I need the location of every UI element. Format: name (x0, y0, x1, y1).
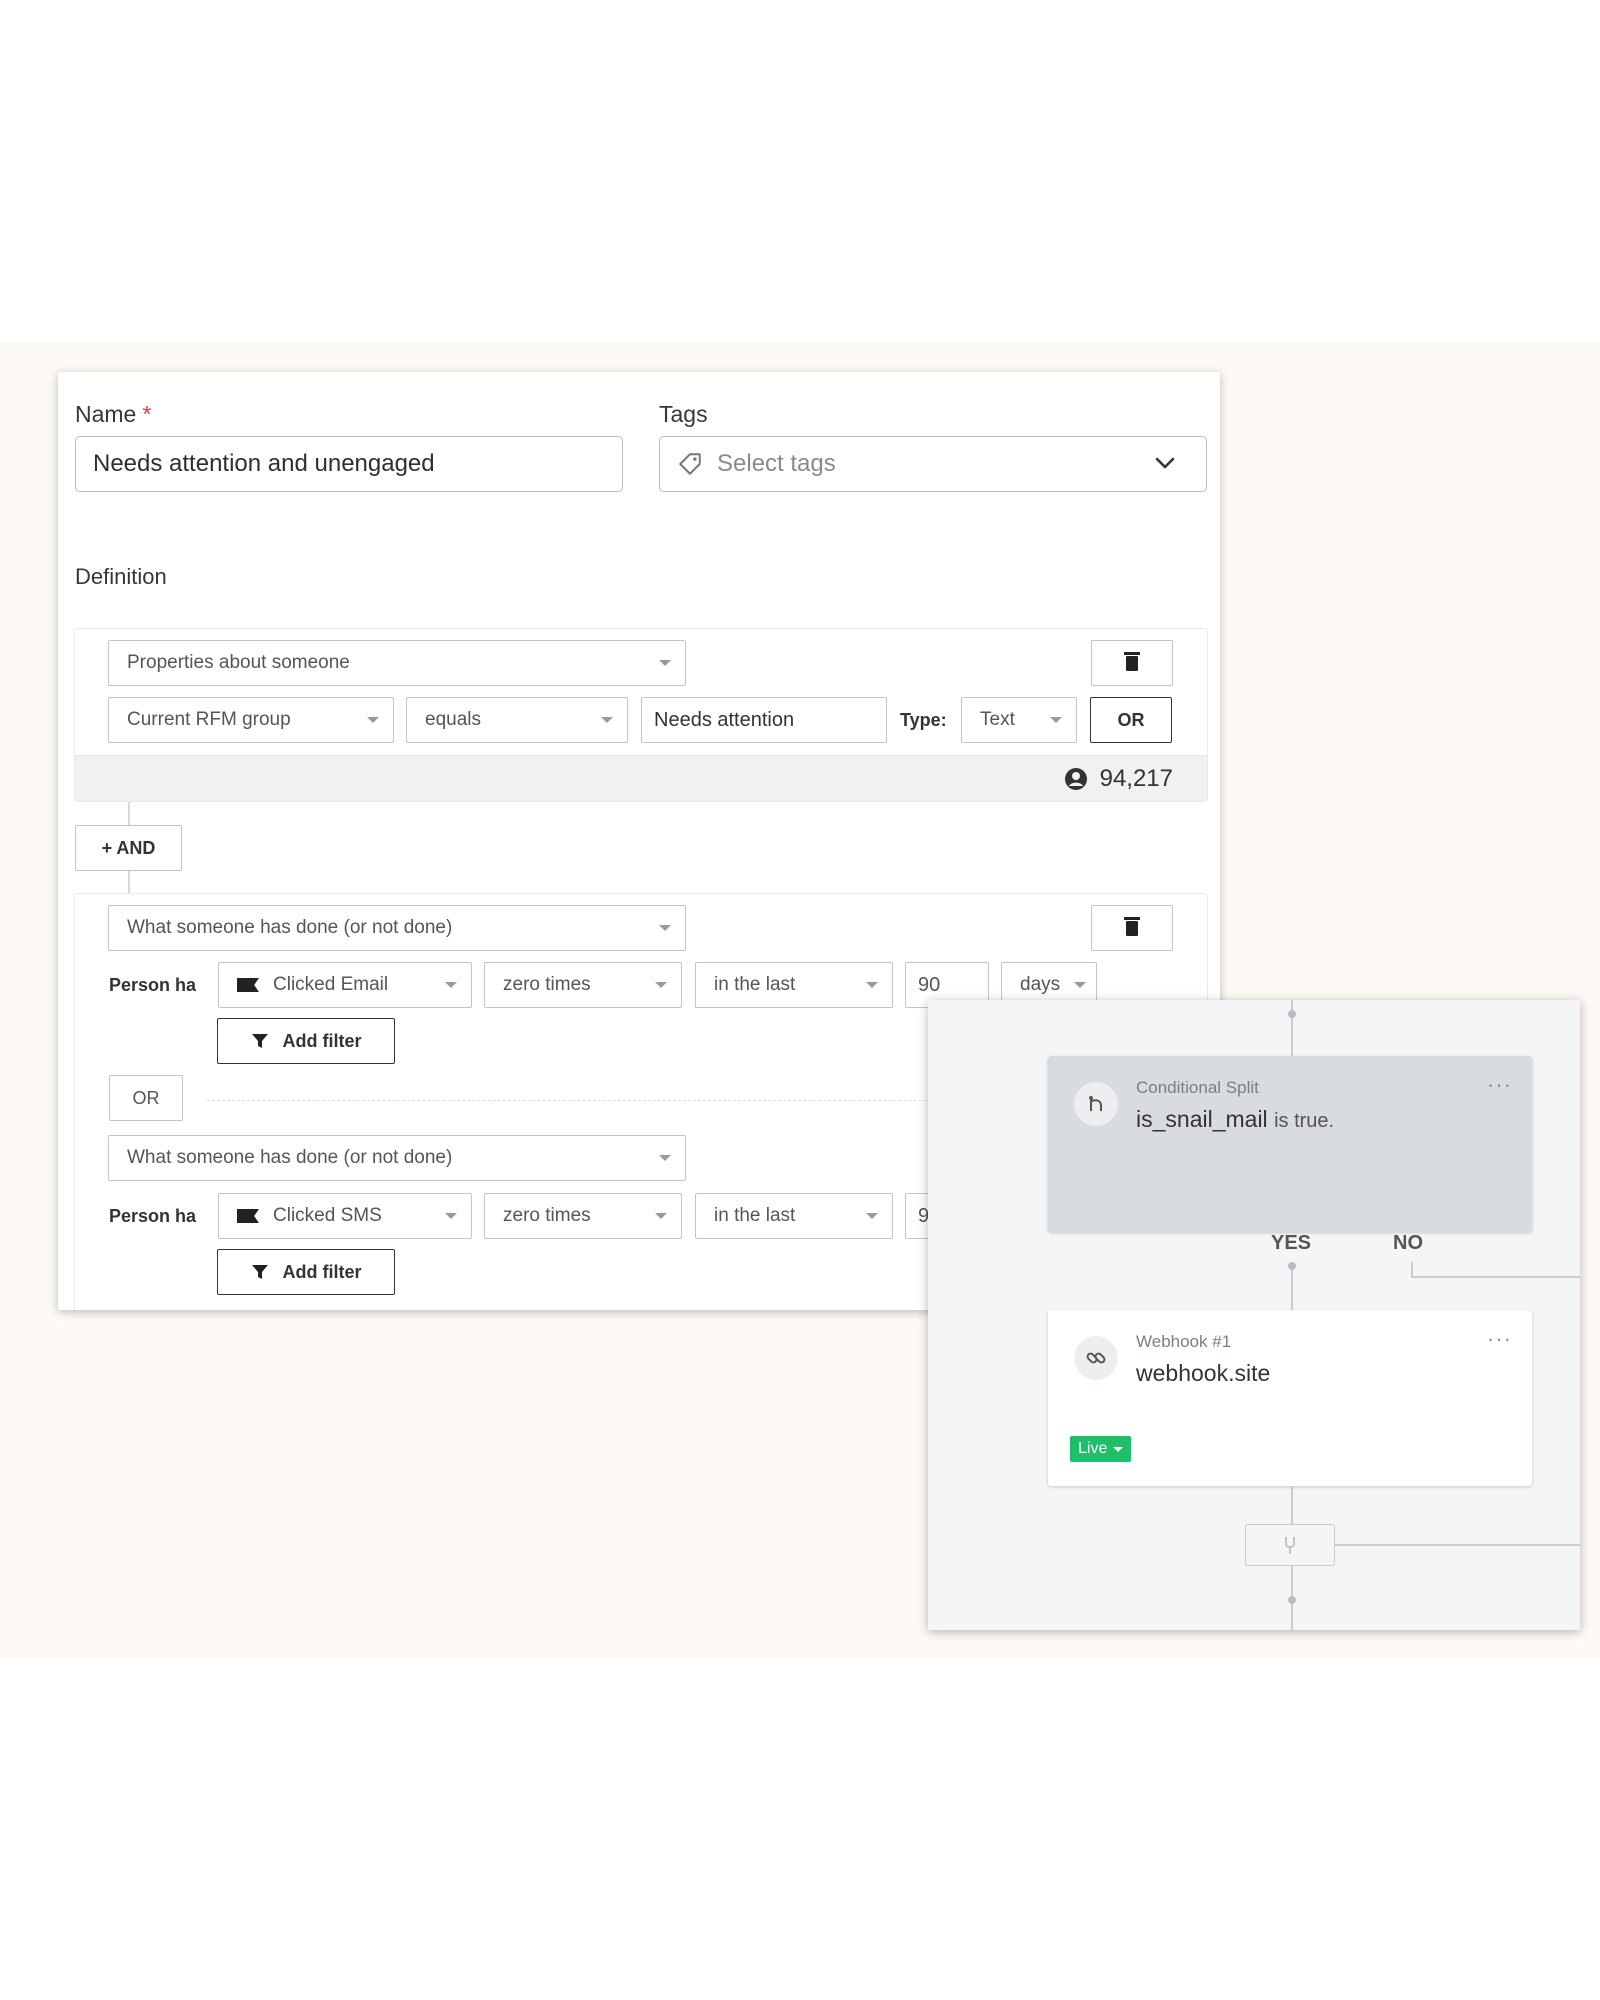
group-count: 94,217 (1099, 764, 1173, 792)
or-button[interactable]: OR (1090, 697, 1172, 743)
metric-select[interactable]: Clicked SMS (218, 1193, 472, 1239)
merge-icon (1285, 1537, 1295, 1554)
flow-line (1291, 1486, 1293, 1524)
delete-group-button[interactable] (1091, 905, 1173, 951)
no-branch-label: NO (1393, 1232, 1423, 1254)
trash-icon (1124, 916, 1140, 936)
status-badge[interactable]: Live (1070, 1436, 1132, 1462)
caret-icon (1050, 717, 1062, 723)
flow-line (1335, 1544, 1580, 1546)
caret-icon (655, 1213, 667, 1219)
name-input[interactable]: Needs attention and unengaged (75, 436, 623, 492)
caret-icon (601, 717, 613, 723)
flow-dot (1288, 1262, 1296, 1270)
condition-group-1: Properties about someone Current RFM gro… (74, 628, 1208, 802)
condition-text: is true. (1274, 1110, 1335, 1132)
name-label: Name * (75, 401, 152, 427)
required-mark: * (142, 401, 152, 427)
person-has-label: Person ha (109, 975, 197, 995)
tags-select[interactable]: Select tags (659, 436, 1207, 492)
webhook-target: webhook.site (1136, 1360, 1271, 1386)
frequency-select[interactable]: zero times (484, 962, 682, 1008)
caret-icon (655, 982, 667, 988)
conditional-split-node[interactable]: Conditional Split is_snail_mail is true.… (1048, 1056, 1532, 1232)
definition-label: Definition (75, 564, 167, 589)
tag-icon (679, 453, 701, 475)
caret-icon (367, 717, 379, 723)
trash-icon (1124, 651, 1140, 671)
timeframe-select[interactable]: in the last (695, 1193, 893, 1239)
condition-type-select[interactable]: What someone has done (or not done) (108, 905, 686, 951)
node-type-label: Webhook #1 (1136, 1332, 1232, 1351)
filter-icon (251, 1265, 268, 1279)
caret-icon (659, 660, 671, 666)
condition-type-select[interactable]: Properties about someone (108, 640, 686, 686)
flag-icon (237, 1209, 259, 1223)
tags-label: Tags (659, 401, 708, 427)
delete-group-button[interactable] (1091, 640, 1173, 686)
condition-variable: is_snail_mail (1136, 1106, 1268, 1132)
or-separator: OR (109, 1075, 183, 1121)
split-icon (1074, 1082, 1118, 1126)
caret-icon (866, 982, 878, 988)
caret-icon (445, 1213, 457, 1219)
filter-icon (251, 1034, 268, 1048)
type-select[interactable]: Text (961, 697, 1077, 743)
frequency-select[interactable]: zero times (484, 1193, 682, 1239)
add-and-button[interactable]: + AND (75, 825, 182, 871)
node-type-label: Conditional Split (1136, 1078, 1259, 1097)
add-filter-button[interactable]: Add filter (217, 1249, 395, 1295)
tags-placeholder: Select tags (717, 450, 836, 477)
connector-line (128, 871, 130, 893)
yes-branch-label: YES (1271, 1232, 1312, 1254)
group-count-bar: 94,217 (75, 755, 1207, 801)
split-condition: is_snail_mail is true. (1136, 1106, 1334, 1133)
caret-icon (866, 1213, 878, 1219)
flow-builder-panel: Conditional Split is_snail_mail is true.… (928, 1000, 1580, 1630)
flow-line (1291, 1000, 1293, 1056)
metric-select[interactable]: Clicked Email (218, 962, 472, 1008)
chevron-down-icon (1155, 457, 1175, 469)
merge-node[interactable] (1245, 1524, 1335, 1566)
add-filter-button[interactable]: Add filter (217, 1018, 395, 1064)
caret-icon (1074, 982, 1086, 988)
link-icon (1074, 1336, 1118, 1380)
flow-dot (1288, 1596, 1296, 1604)
person-has-label: Person ha (109, 1206, 197, 1226)
type-label: Type: (900, 710, 947, 730)
condition-type-select[interactable]: What someone has done (or not done) (108, 1135, 686, 1181)
property-select[interactable]: Current RFM group (108, 697, 394, 743)
flow-dot (1288, 1010, 1296, 1018)
webhook-node[interactable]: Webhook #1 webhook.site ··· Live (1048, 1310, 1532, 1486)
caret-icon (659, 1155, 671, 1161)
value-input[interactable]: Needs attention (641, 697, 887, 743)
caret-icon (445, 982, 457, 988)
flag-icon (237, 978, 259, 992)
caret-icon (659, 925, 671, 931)
more-options-icon[interactable]: ··· (1487, 1072, 1512, 1098)
flow-line (1411, 1276, 1580, 1278)
more-options-icon[interactable]: ··· (1487, 1326, 1512, 1352)
timeframe-select[interactable]: in the last (695, 962, 893, 1008)
name-input-value: Needs attention and unengaged (93, 450, 435, 477)
operator-select[interactable]: equals (406, 697, 628, 743)
person-icon (1064, 767, 1087, 790)
